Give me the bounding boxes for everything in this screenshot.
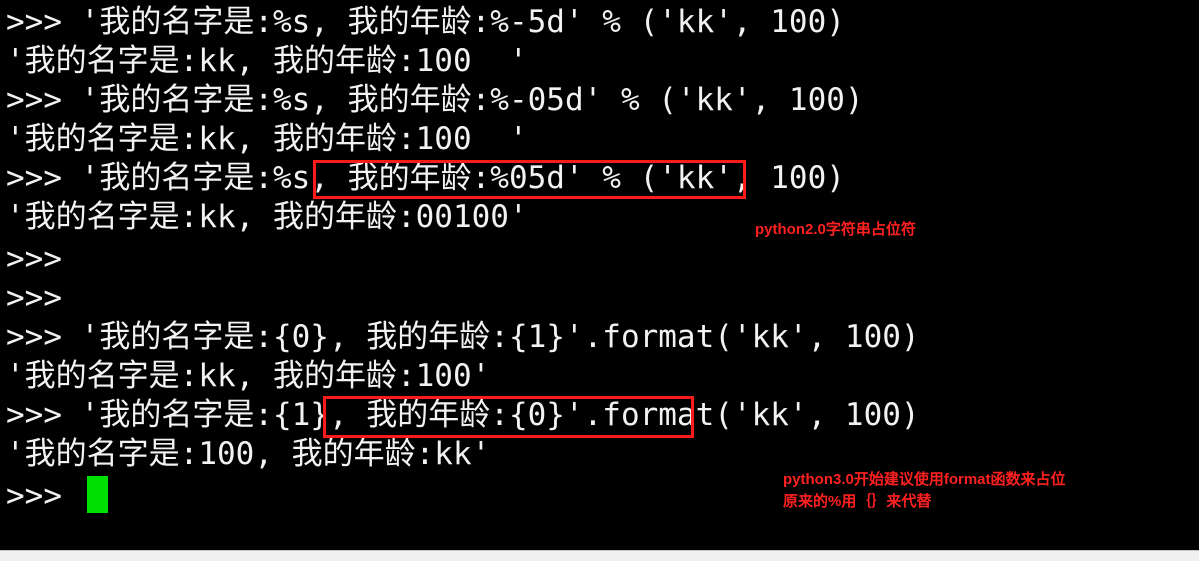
terminal-line: >>> '我的名字是:%s, 我的年龄:%05d' % ('kk', 100) — [6, 160, 845, 196]
terminal-line: >>> — [6, 280, 62, 316]
terminal-line: '我的名字是:kk, 我的年龄:100 ' — [6, 121, 528, 157]
terminal-line: >>> '我的名字是:%s, 我的年龄:%-05d' % ('kk', 100) — [6, 82, 864, 118]
annotation-python3-line2: 原来的%用｛｝来代替 — [783, 493, 932, 510]
terminal-line: '我的名字是:kk, 我的年龄:00100' — [6, 199, 528, 235]
annotation-python2: python2.0字符串占位符 — [755, 221, 916, 238]
terminal-line: '我的名字是:kk, 我的年龄:100' — [6, 358, 491, 394]
terminal-line: >>> '我的名字是:%s, 我的年龄:%-5d' % ('kk', 100) — [6, 4, 845, 40]
terminal-line: >>> '我的名字是:{0}, 我的年龄:{1}'.format('kk', 1… — [6, 319, 920, 355]
terminal-line: >>> '我的名字是:{1}, 我的年龄:{0}'.format('kk', 1… — [6, 397, 920, 433]
status-bar — [0, 550, 1199, 561]
terminal-prompt-line: >>> — [6, 478, 81, 514]
terminal-line: '我的名字是:kk, 我的年龄:100 ' — [6, 43, 528, 79]
annotation-python3-line1: python3.0开始建议使用format函数来占位 — [783, 471, 1066, 488]
terminal-line: '我的名字是:100, 我的年龄:kk' — [6, 436, 491, 472]
terminal-cursor[interactable] — [87, 476, 108, 513]
terminal-window[interactable]: >>> '我的名字是:%s, 我的年龄:%-5d' % ('kk', 100) … — [0, 0, 1199, 550]
terminal-line: >>> — [6, 241, 62, 277]
